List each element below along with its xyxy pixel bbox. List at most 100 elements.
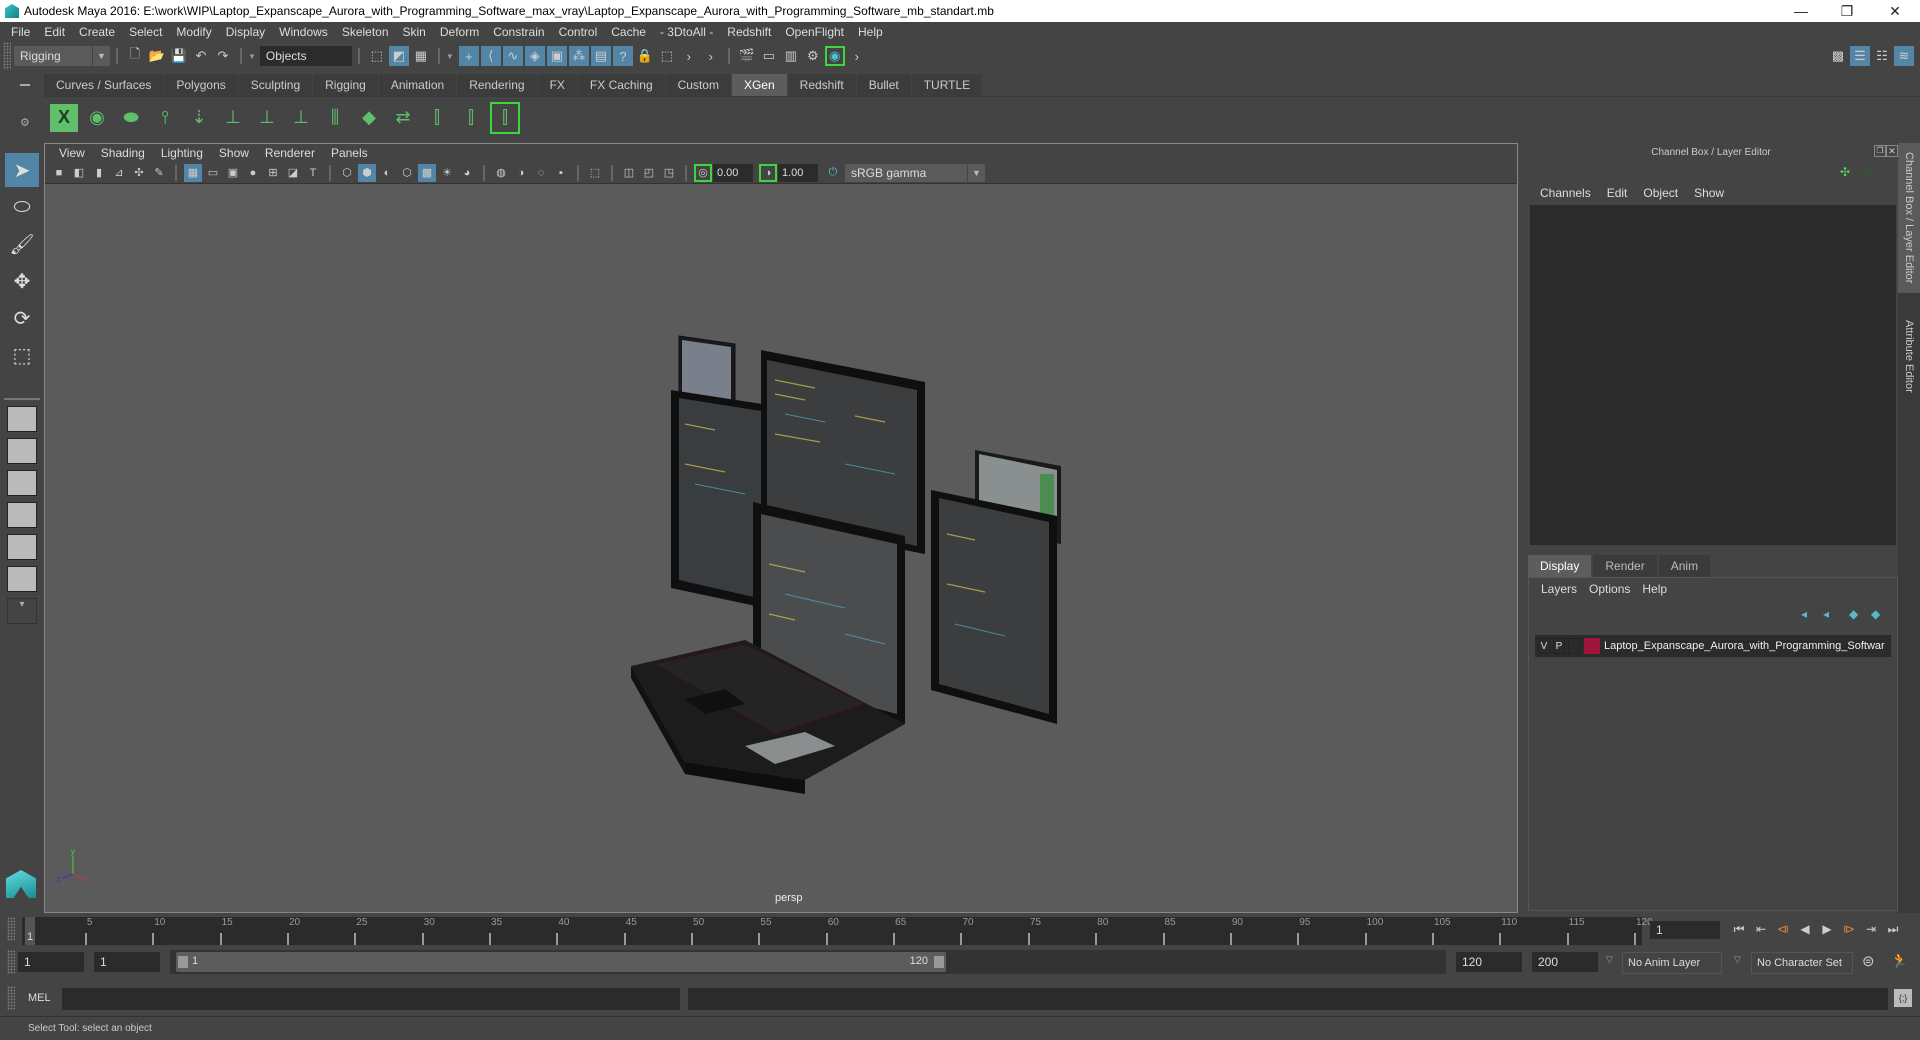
layer-color-swatch[interactable] [1584,638,1600,654]
render-view-icon[interactable]: ▤ [590,46,611,66]
menu-control[interactable]: Control [552,25,605,39]
edit-menu[interactable]: Edit [1599,186,1636,200]
step-forward-key-icon[interactable]: ⇥ [1860,919,1882,939]
shelf-tab-fx-caching[interactable]: FX Caching [577,74,665,96]
playback-start-field[interactable]: 1 [94,952,160,972]
xray-joints-icon[interactable]: ◰ [640,164,658,182]
four-pane-layout-icon[interactable] [7,438,37,464]
new-layer-icon[interactable]: ◆ [1849,607,1858,621]
channel-box-toggle-icon[interactable]: ≋ [1894,46,1914,66]
range-end-handle[interactable] [934,956,944,968]
select-tool-icon[interactable]: ➤ [5,153,39,187]
camera-icon[interactable]: ■ [50,164,68,182]
select-tool-icon[interactable]: ⬚ [657,46,677,66]
create-description-icon[interactable]: ◉ [82,102,112,134]
move-tool-icon[interactable]: ✥ [5,264,39,298]
viewport-menu-panels[interactable]: Panels [323,146,376,160]
scale-tool-icon[interactable]: ⬚ [5,338,39,372]
snap-curve-icon[interactable]: ⟨ [480,46,501,66]
color-management-toggle-icon[interactable]: ⏻ [824,164,842,182]
menu-edit[interactable]: Edit [37,25,72,39]
current-frame-field[interactable]: 1 [1650,921,1720,939]
layer-display-type-toggle[interactable] [1568,638,1580,654]
close-panel-icon[interactable]: ✕ [1886,145,1898,157]
ipr-render-icon[interactable]: ▥ [781,46,801,66]
grid-icon[interactable]: ▦ [184,163,202,182]
grip-handle[interactable] [7,986,15,1010]
gate-mask-icon[interactable]: ● [244,164,262,182]
shadows-icon[interactable]: ◕ [458,164,476,182]
tab-anim[interactable]: Anim [1658,555,1711,577]
viewport-menu-view[interactable]: View [51,146,93,160]
single-pane-layout-icon[interactable] [7,406,37,432]
menu-help[interactable]: Help [851,25,890,39]
script-editor-icon[interactable]: {;} [1894,989,1912,1007]
shelf-tab-redshift[interactable]: Redshift [787,74,856,96]
options-menu[interactable]: Options [1583,582,1636,596]
menu-deform[interactable]: Deform [433,25,486,39]
close-button[interactable]: ✕ [1872,0,1918,22]
resolution-gate-icon[interactable]: ▣ [224,164,242,182]
shelf-tab-curves-surfaces[interactable]: Curves / Surfaces [44,74,164,96]
snap-grid-icon[interactable]: + [458,46,479,66]
outliner-persp-layout-icon[interactable] [7,470,37,496]
rotate-tool-icon[interactable]: ⟳ [5,301,39,335]
shelf-tab-rigging[interactable]: Rigging [313,74,378,96]
mel-label[interactable]: MEL [28,992,51,1004]
menu-windows[interactable]: Windows [272,25,335,39]
tool-settings-icon[interactable]: ☷ [1872,46,1892,66]
exposure-icon[interactable]: ◎ [694,163,712,182]
menu-set-dropdown[interactable]: Rigging ▼ [14,46,110,66]
redo-icon[interactable]: ↷ [213,46,233,66]
3d-viewport-scene[interactable]: y x z persp [45,184,1517,912]
collapse-arrow-icon[interactable]: › [679,46,699,66]
shelf-tab-xgen[interactable]: XGen [731,74,787,96]
manipulator-axis-icon[interactable]: ✣ [1840,165,1850,179]
use-default-material-icon[interactable]: ◐ [378,164,396,182]
gamma-field[interactable]: 1.00 [778,163,818,182]
shelf-tab-animation[interactable]: Animation [378,74,457,96]
grip-handle[interactable] [7,917,15,941]
wireframe-icon[interactable]: ⬡ [338,164,356,182]
xray-icon[interactable]: ◫ [620,164,638,182]
persp-graph-layout-icon[interactable] [7,502,37,528]
range-start-handle[interactable] [178,956,188,968]
persp-outliner-graph-layout-icon[interactable] [7,566,37,592]
textured-icon[interactable]: ▩ [418,163,436,182]
command-input[interactable] [62,988,680,1010]
grip-handle[interactable] [3,42,11,70]
channel-box-area[interactable] [1530,205,1896,545]
select-by-object-icon[interactable]: ◩ [388,46,409,66]
undo-icon[interactable]: ↶ [191,46,211,66]
camera-attributes-icon[interactable]: ◧ [70,164,88,182]
gear-icon[interactable]: ⚙ [20,116,30,129]
delete-description-icon[interactable]: ⬬ [116,102,146,134]
add-guide-icon[interactable]: ⊥ [218,102,248,134]
field-chart-icon[interactable]: ⊞ [264,164,282,182]
isolate-select-icon[interactable]: ⬚ [586,164,604,182]
playback-end-field[interactable]: 120 [1456,952,1522,972]
help-menu[interactable]: Help [1636,582,1673,596]
snap-point-icon[interactable]: ∿ [502,46,523,66]
viewport-menu-lighting[interactable]: Lighting [153,146,211,160]
float-panel-icon[interactable]: ❐ [1874,145,1886,157]
auto-key-icon[interactable]: ⊜ [1862,952,1875,970]
menu-constrain[interactable]: Constrain [486,25,551,39]
grease-pencil-icon[interactable]: ✎ [150,164,168,182]
xray-components-icon[interactable]: ◳ [660,164,678,182]
menu-cache[interactable]: Cache [604,25,653,39]
screen-space-ao-icon[interactable]: ◍ [492,164,510,182]
hypershade-persp-layout-icon[interactable] [7,534,37,560]
menu-openflight[interactable]: OpenFlight [778,25,851,39]
collapse-arrow-icon[interactable]: › [847,46,867,66]
modeling-toolkit-icon[interactable]: ▩ [1828,46,1848,66]
open-scene-icon[interactable]: 📂 [147,46,167,66]
wireframe-on-shaded-icon[interactable]: ⬡ [398,164,416,182]
snap-view-plane-icon[interactable]: ◈ [524,46,545,66]
character-set-dropdown[interactable]: No Character Set [1751,952,1853,974]
menu-create[interactable]: Create [72,25,122,39]
shelf-tab-bullet[interactable]: Bullet [856,74,911,96]
image-plane-icon[interactable]: ⊿ [110,164,128,182]
layers-menu[interactable]: Layers [1535,582,1583,596]
range-handle-bar[interactable]: 1 120 [176,952,946,972]
